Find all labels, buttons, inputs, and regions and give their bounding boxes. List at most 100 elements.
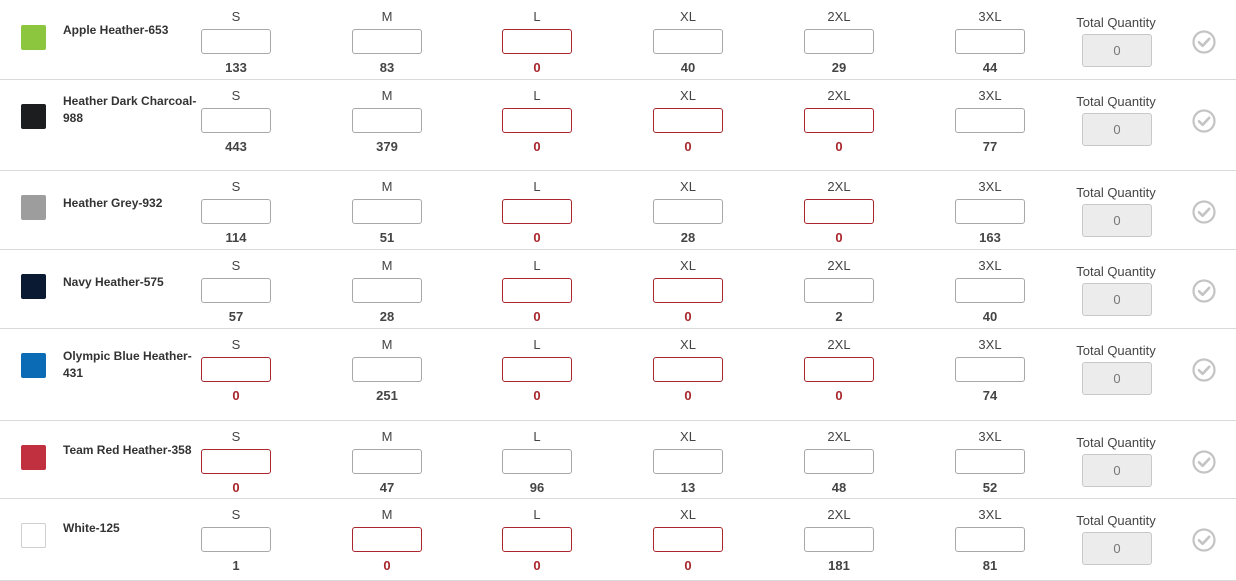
quantity-input[interactable] — [653, 449, 723, 474]
stock-count: 0 — [533, 60, 541, 75]
size-label: S — [231, 179, 241, 194]
size-label: 2XL — [827, 88, 851, 103]
total-quantity-field: 0 — [1082, 113, 1152, 146]
quantity-input[interactable] — [201, 108, 271, 133]
quantity-input[interactable] — [653, 357, 723, 382]
quantity-input[interactable] — [955, 357, 1025, 382]
quantity-input[interactable] — [201, 449, 271, 474]
stock-count: 114 — [225, 230, 247, 245]
quantity-input[interactable] — [804, 199, 874, 224]
size-label: 2XL — [827, 179, 851, 194]
size-cell: L0 — [502, 258, 572, 324]
total-quantity-label: Total Quantity — [1076, 343, 1156, 358]
color-name: Navy Heather-575 — [63, 275, 164, 289]
quantity-input[interactable] — [352, 527, 422, 552]
quantity-input[interactable] — [502, 527, 572, 552]
quantity-input[interactable] — [804, 527, 874, 552]
color-row: Navy Heather-575 S 57 M 28 L 0 XL 0 2XL 2 3XL 40 Tota… — [0, 249, 1236, 329]
stock-count: 0 — [684, 309, 692, 324]
stock-count: 0 — [533, 558, 541, 573]
stock-count: 51 — [379, 230, 395, 245]
color-swatch — [21, 274, 46, 299]
size-label: XL — [680, 507, 696, 522]
quantity-input[interactable] — [955, 527, 1025, 552]
size-label: S — [231, 507, 241, 522]
checkmark-circle-icon[interactable] — [1192, 200, 1216, 224]
stock-count: 0 — [383, 558, 391, 573]
quantity-input[interactable] — [955, 449, 1025, 474]
size-label: S — [231, 88, 241, 103]
quantity-input[interactable] — [352, 199, 422, 224]
stock-count: 28 — [680, 230, 696, 245]
quantity-input[interactable] — [502, 29, 572, 54]
size-cell: S 57 — [201, 258, 271, 324]
size-cell: M 379 — [352, 88, 422, 154]
checkmark-circle-icon[interactable] — [1192, 358, 1216, 382]
quantity-input[interactable] — [804, 449, 874, 474]
stock-count: 0 — [232, 388, 240, 403]
color-name: White-125 — [63, 521, 120, 535]
stock-count: 181 — [828, 558, 850, 573]
quantity-input[interactable] — [653, 108, 723, 133]
total-quantity-field: 0 — [1082, 454, 1152, 487]
quantity-input[interactable] — [502, 357, 572, 382]
size-label: 2XL — [827, 337, 851, 352]
quantity-input[interactable] — [352, 357, 422, 382]
total-quantity-label: Total Quantity — [1076, 185, 1156, 200]
size-label: S — [231, 9, 241, 24]
size-label: L — [533, 337, 541, 352]
color-name: Heather Dark Charcoal-988 — [63, 94, 197, 125]
total-quantity: Total Quantity 0 — [1074, 15, 1158, 67]
quantity-input[interactable] — [955, 199, 1025, 224]
size-label: M — [381, 88, 393, 103]
quantity-input[interactable] — [804, 108, 874, 133]
quantity-input[interactable] — [201, 29, 271, 54]
size-cell: XL 0 — [653, 258, 723, 324]
quantity-input[interactable] — [352, 29, 422, 54]
quantity-input[interactable] — [955, 29, 1025, 54]
quantity-input[interactable] — [201, 278, 271, 303]
quantity-input[interactable] — [502, 199, 572, 224]
size-label: S — [231, 337, 241, 352]
quantity-input[interactable] — [502, 108, 572, 133]
stock-count: 0 — [533, 309, 541, 324]
quantity-input[interactable] — [653, 29, 723, 54]
size-cell: 2XL 0 — [804, 337, 874, 403]
quantity-input[interactable] — [804, 357, 874, 382]
quantity-input[interactable] — [352, 108, 422, 133]
quantity-input[interactable] — [804, 29, 874, 54]
checkmark-circle-icon[interactable] — [1192, 450, 1216, 474]
size-cell: 3XL 40 — [955, 258, 1025, 324]
size-cell: S1 — [201, 507, 271, 573]
quantity-input[interactable] — [502, 278, 572, 303]
quantity-input[interactable] — [502, 449, 572, 474]
size-cell: L 96 — [502, 429, 572, 495]
checkmark-circle-icon[interactable] — [1192, 109, 1216, 133]
quantity-input[interactable] — [201, 357, 271, 382]
quantity-input[interactable] — [352, 449, 422, 474]
size-cell: 2XL 48 — [804, 429, 874, 495]
stock-count: 163 — [979, 230, 1001, 245]
size-cell: 3XL 77 — [955, 88, 1025, 154]
quantity-input[interactable] — [955, 278, 1025, 303]
checkmark-circle-icon[interactable] — [1192, 528, 1216, 552]
quantity-input[interactable] — [352, 278, 422, 303]
stock-count: 133 — [225, 60, 247, 75]
quantity-input[interactable] — [653, 527, 723, 552]
stock-count: 0 — [835, 388, 843, 403]
checkmark-circle-icon[interactable] — [1192, 279, 1216, 303]
size-cell: 3XL 74 — [955, 337, 1025, 403]
size-label: L — [533, 429, 541, 444]
quantity-input[interactable] — [201, 199, 271, 224]
size-cell: L0 — [502, 88, 572, 154]
stock-count: 0 — [232, 480, 240, 495]
size-label: 3XL — [978, 9, 1002, 24]
quantity-input[interactable] — [653, 278, 723, 303]
stock-count: 52 — [982, 480, 998, 495]
quantity-input[interactable] — [804, 278, 874, 303]
checkmark-circle-icon[interactable] — [1192, 30, 1216, 54]
quantity-input[interactable] — [653, 199, 723, 224]
quantity-input[interactable] — [201, 527, 271, 552]
quantity-input[interactable] — [955, 108, 1025, 133]
stock-count: 48 — [831, 480, 847, 495]
